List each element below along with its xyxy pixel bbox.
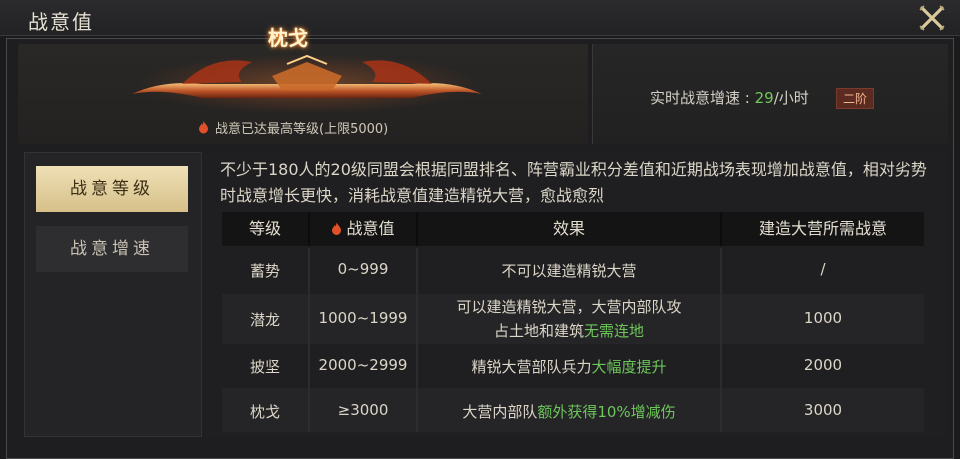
tab-war-level[interactable]: 战意等级 xyxy=(36,166,188,212)
row-value: 2000~2999 xyxy=(318,356,408,374)
row-effect-highlight: 额外获得10%增减伤 xyxy=(537,403,676,421)
title-bar: 战意值 xyxy=(0,0,960,36)
max-level-text: 战意已达最高等级(上限5000) xyxy=(215,122,389,137)
realtime-rate: 实时战意增速 : 29/小时 xyxy=(650,87,809,108)
header-level: 等级 xyxy=(248,219,281,238)
window-title: 战意值 xyxy=(28,10,94,34)
rate-value: 29 xyxy=(754,89,774,107)
banner-emblem xyxy=(132,54,482,114)
row-effect: 精锐大营部队兵力大幅度提升 xyxy=(418,356,720,377)
row-cost: 1000 xyxy=(803,309,843,327)
row-level: 蓄势 xyxy=(249,262,280,280)
level-description: 不少于180人的20级同盟会根据同盟排名、阵营霸业积分差值和近期战场表现增加战意… xyxy=(220,160,927,205)
row-effect-line1: 可以建造精锐大营，大营内部队攻 xyxy=(456,298,682,316)
row-level: 枕戈 xyxy=(249,403,280,421)
tier-badge: 二阶 xyxy=(836,88,875,109)
header-divider xyxy=(416,212,418,246)
row-cost: 2000 xyxy=(803,356,843,374)
row-value: 0~999 xyxy=(337,260,389,278)
rate-label: 实时战意增速 : xyxy=(650,89,755,107)
tab-war-speed[interactable]: 战意增速 xyxy=(36,226,188,272)
row-value: 1000~1999 xyxy=(318,309,408,327)
max-level-status: 战意已达最高等级(上限5000) xyxy=(198,118,388,137)
row-effect: 可以建造精锐大营，大营内部队攻 占土地和建筑无需连地 xyxy=(418,296,720,341)
column-divider xyxy=(308,248,310,432)
row-effect: 不可以建造精锐大营 xyxy=(501,262,637,280)
close-icon[interactable] xyxy=(918,4,946,32)
header-effect: 效果 xyxy=(552,219,585,238)
row-effect: 大营内部队额外获得10%增减伤 xyxy=(418,401,720,422)
row-effect-line2: 占土地和建筑 xyxy=(493,322,584,340)
row-effect-line2-wrap: 占土地和建筑无需连地 xyxy=(418,320,720,341)
row-cost: / xyxy=(820,260,826,278)
header-cost: 建造大营所需战意 xyxy=(758,219,887,238)
row-effect-text: 精锐大营部队兵力 xyxy=(471,358,592,376)
header-value: 战意值 xyxy=(310,212,416,246)
row-level: 潜龙 xyxy=(249,311,280,329)
row-effect-highlight: 大幅度提升 xyxy=(591,358,667,376)
column-divider xyxy=(720,248,722,432)
row-effect-text: 大营内部队 xyxy=(462,403,538,421)
header-divider xyxy=(720,212,722,246)
header-value-label: 战意值 xyxy=(346,219,395,238)
row-cost: 3000 xyxy=(803,401,843,419)
column-divider xyxy=(416,248,418,432)
row-effect-highlight: 无需连地 xyxy=(584,322,645,340)
row-value: ≥3000 xyxy=(337,401,389,419)
banner-rank-name: 枕戈 xyxy=(268,26,308,50)
flame-icon xyxy=(199,121,208,134)
row-level: 披坚 xyxy=(249,358,280,376)
header-divider xyxy=(308,212,310,246)
flame-icon xyxy=(331,214,342,248)
rate-unit: /小时 xyxy=(773,89,809,107)
